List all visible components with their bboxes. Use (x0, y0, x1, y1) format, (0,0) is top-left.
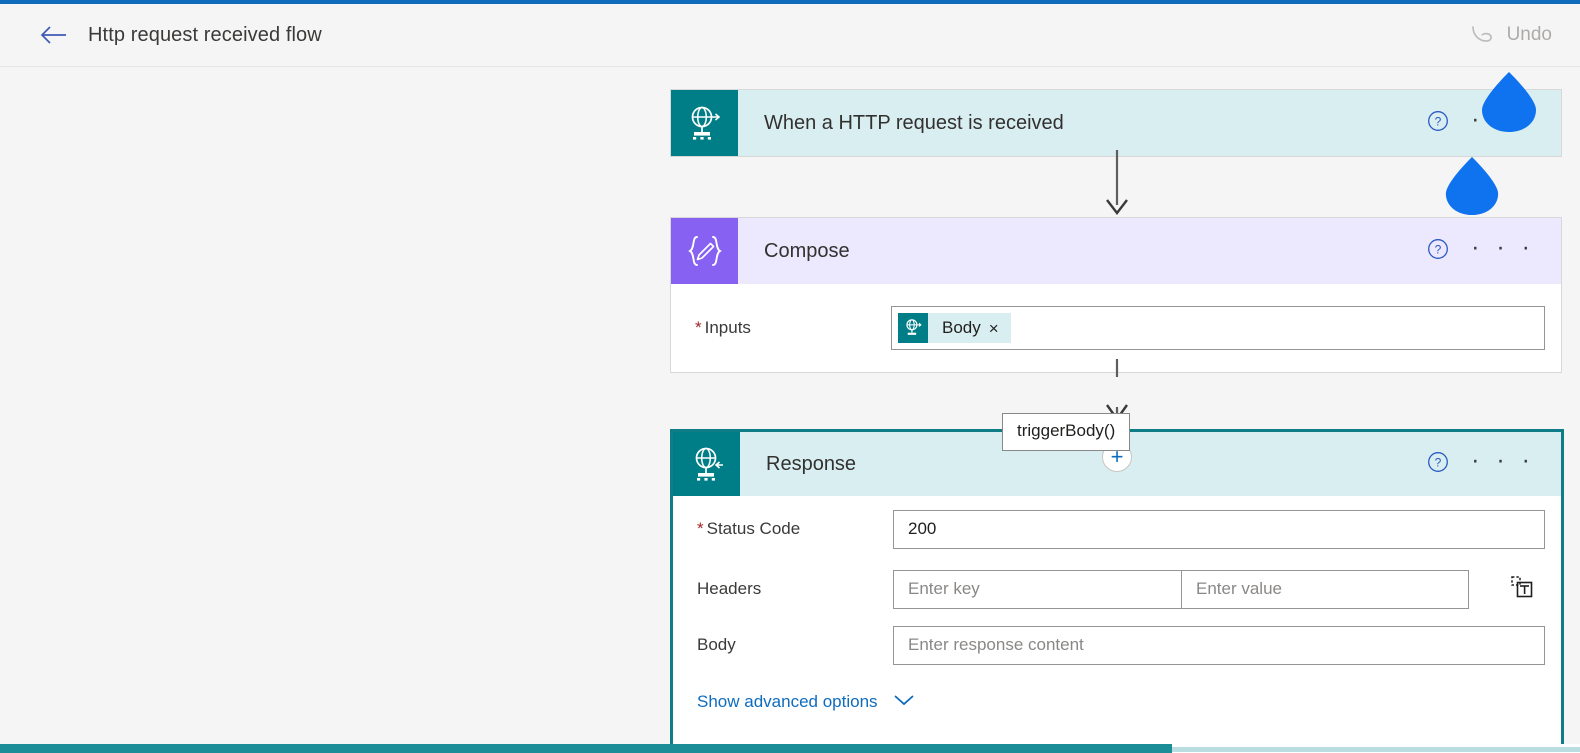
svg-text:?: ? (1435, 242, 1442, 256)
form-row-headers: Headers Enter key Enter value (673, 562, 1561, 616)
form-row-advanced: Show advanced options (673, 674, 1561, 730)
body-label-text: Body (697, 635, 736, 654)
page-title: Http request received flow (88, 23, 322, 46)
inputs-input[interactable]: Body × (891, 306, 1545, 350)
command-bar: Http request received flow Undo (0, 4, 1580, 67)
expression-tooltip: triggerBody() (1002, 413, 1131, 451)
show-advanced-options-link[interactable]: Show advanced options (697, 692, 916, 712)
back-button[interactable] (36, 18, 70, 52)
card-header-compose: Compose ? · · · (671, 218, 1561, 284)
required-asterisk: * (697, 519, 704, 538)
card-compose[interactable]: Compose ? · · · * Inputs Body × (670, 217, 1562, 373)
ellipsis-icon[interactable]: · · · (1471, 107, 1535, 132)
card-title-compose: Compose (764, 239, 850, 262)
help-circle-icon[interactable]: ? (1427, 110, 1449, 137)
card-http-trigger[interactable]: When a HTTP request is received ? · · · (670, 89, 1562, 157)
required-asterisk: * (695, 318, 702, 337)
token-label-body: Body (942, 318, 981, 337)
status-code-label: * Status Code (697, 519, 893, 539)
droplet-marker-2 (1445, 156, 1499, 216)
scrollbar-track-remainder (1172, 747, 1580, 752)
card-header-http-trigger: When a HTTP request is received ? · · · (671, 90, 1561, 156)
undo-icon (1469, 23, 1495, 47)
header-key-input[interactable]: Enter key (893, 569, 1181, 609)
http-request-globe-icon (898, 313, 928, 343)
form-row-status-code: * Status Code 200 (673, 496, 1561, 562)
http-response-globe-icon (673, 432, 740, 496)
undo-label: Undo (1506, 24, 1552, 45)
flow-canvas: + When a HTTP request is received ? · · … (0, 67, 1580, 753)
arrow-left-icon (39, 24, 67, 46)
status-code-label-text: Status Code (706, 519, 801, 538)
help-circle-icon[interactable]: ? (1427, 238, 1449, 265)
ellipsis-icon[interactable]: · · · (1471, 235, 1535, 260)
headers-label-text: Headers (697, 579, 762, 598)
header-value-input[interactable]: Enter value (1181, 569, 1469, 609)
inputs-field-label: * Inputs (695, 318, 891, 338)
http-request-globe-icon (671, 90, 738, 156)
compose-braces-pencil-icon (671, 218, 738, 284)
delete-row-icon[interactable] (1511, 575, 1533, 603)
help-circle-icon[interactable]: ? (1427, 451, 1449, 478)
horizontal-scrollbar[interactable] (0, 744, 1580, 753)
card-response[interactable]: Response ? · · · * Status Code 200 Heade… (670, 429, 1564, 753)
card-actions-response: ? · · · (1427, 432, 1561, 496)
svg-text:?: ? (1435, 455, 1442, 469)
card-actions-http-trigger: ? · · · (1427, 90, 1561, 156)
body-input[interactable]: Enter response content (893, 625, 1545, 665)
card-actions-compose: ? · · · (1427, 218, 1561, 284)
connector-trigger-to-compose (1106, 150, 1128, 215)
body-label: Body (697, 635, 893, 655)
form-row-body: Body Enter response content (673, 616, 1561, 674)
headers-label: Headers (697, 579, 893, 599)
close-icon[interactable]: × (989, 320, 1011, 337)
card-body-response: * Status Code 200 Headers Enter key Enter… (673, 496, 1561, 730)
chevron-down-icon (892, 692, 916, 712)
inputs-label-text: Inputs (704, 318, 751, 337)
token-chip-body[interactable]: Body × (898, 313, 1011, 343)
status-code-input[interactable]: 200 (893, 509, 1545, 549)
ellipsis-icon[interactable]: · · · (1471, 448, 1535, 473)
undo-button[interactable]: Undo (1469, 23, 1552, 47)
svg-text:?: ? (1435, 114, 1442, 128)
scrollbar-thumb[interactable] (0, 744, 1172, 753)
show-advanced-options-label: Show advanced options (697, 692, 878, 711)
card-title-http-trigger: When a HTTP request is received (764, 111, 1064, 134)
